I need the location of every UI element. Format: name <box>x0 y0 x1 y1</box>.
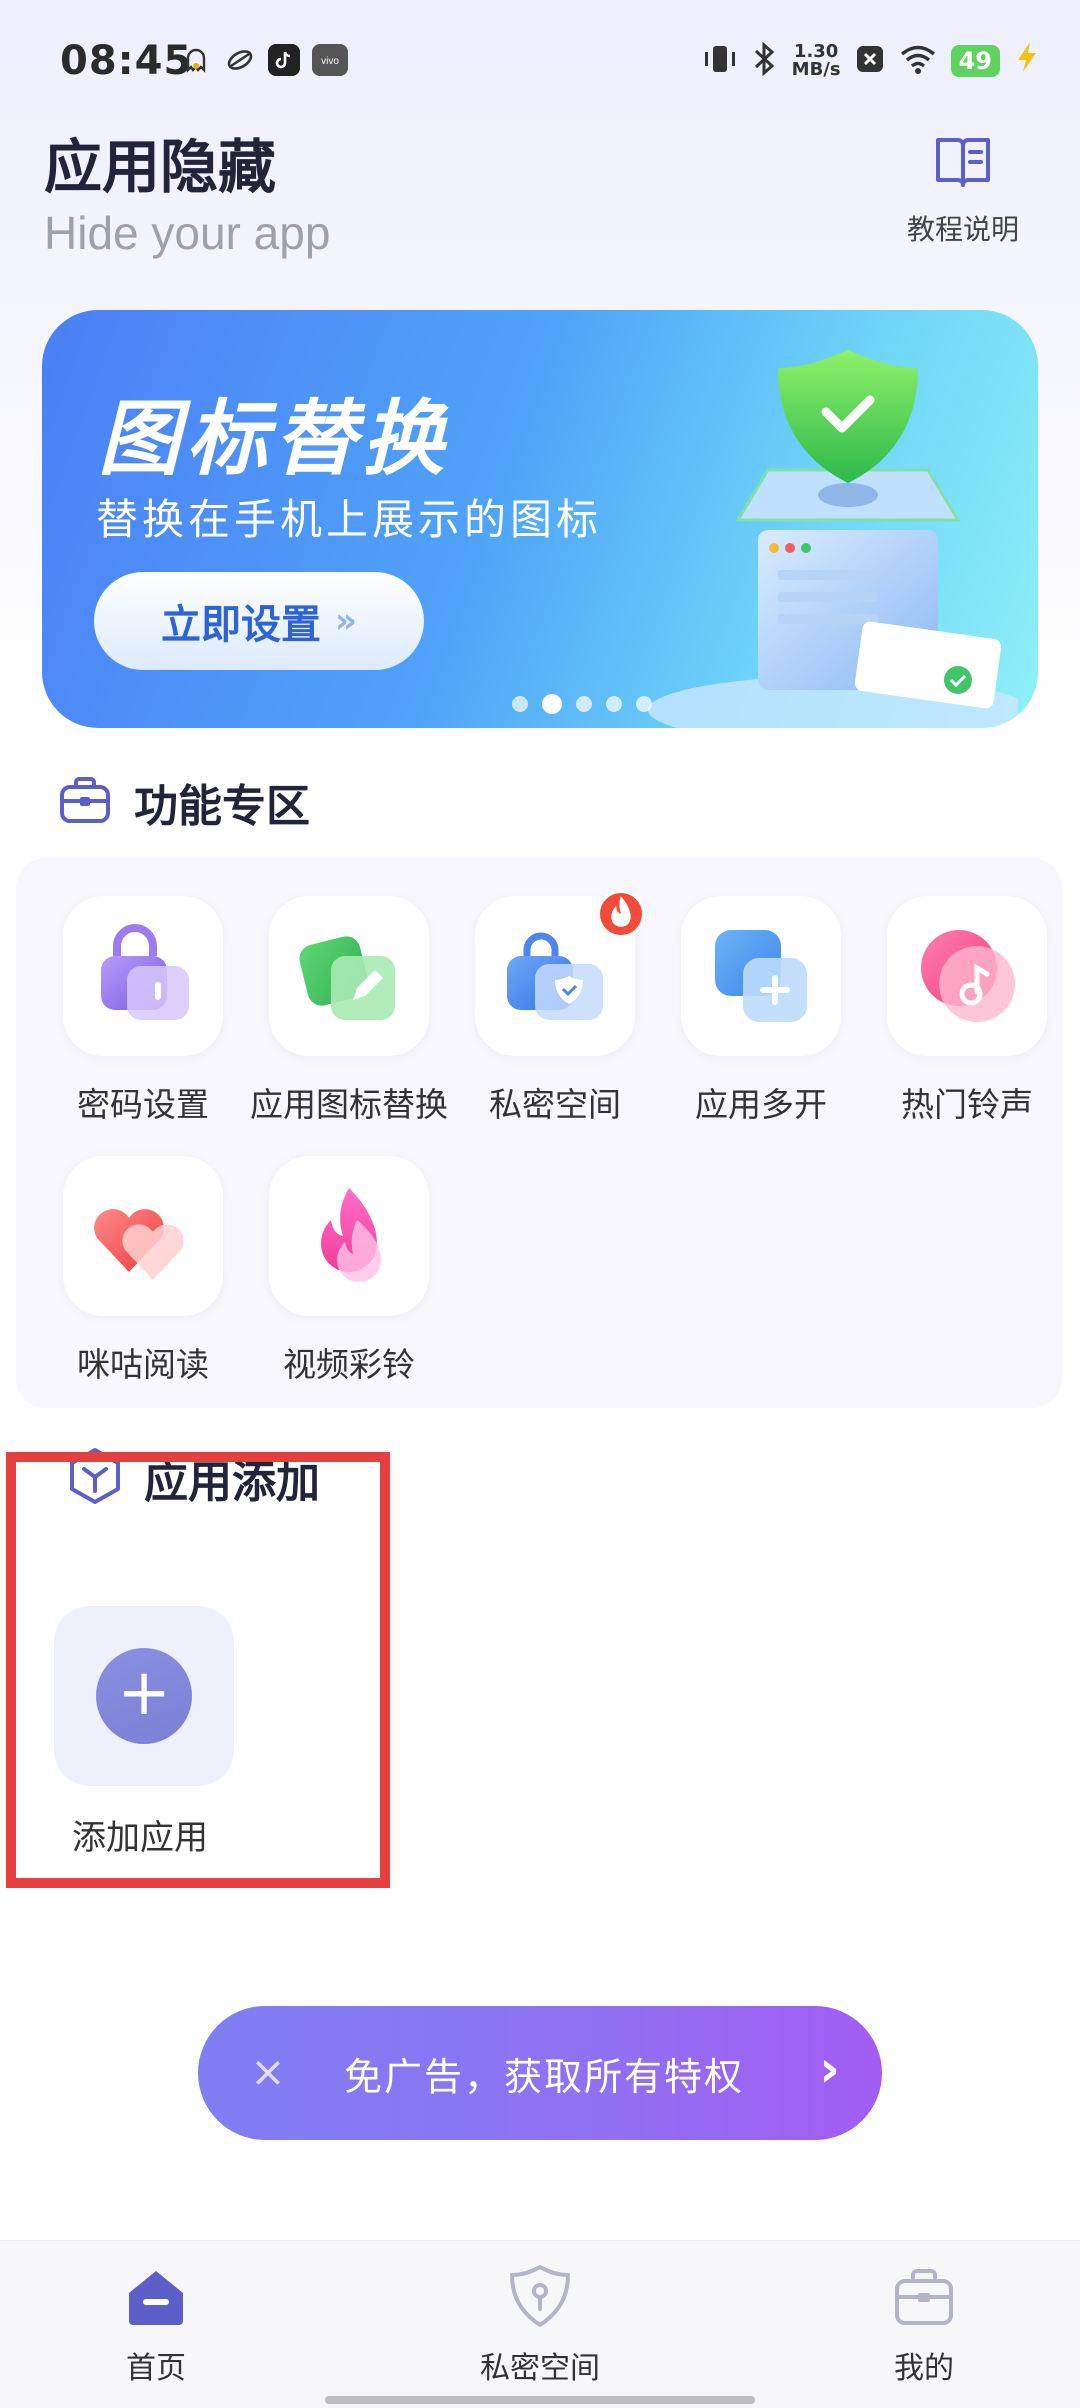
page-title: 应用隐藏 <box>44 133 277 201</box>
speed-unit: MB/s <box>791 59 841 80</box>
feature-app-clone[interactable]: 应用多开 <box>658 896 864 1126</box>
toolbox-icon <box>58 773 112 831</box>
svg-text:vivo: vivo <box>321 56 339 67</box>
status-bar: 08:45 vivo 1.30 MB/s 49 <box>0 0 1080 120</box>
feature-label: 咪咕阅读 <box>77 1345 209 1384</box>
pagination-dot-active <box>542 694 562 714</box>
fire-badge-icon <box>597 890 645 938</box>
notification-icons: vivo <box>180 44 348 76</box>
banner-pagination <box>512 694 652 714</box>
pagination-dot <box>576 696 592 712</box>
feature-label: 视频彩铃 <box>283 1345 415 1384</box>
chevron-right-icon: › <box>819 2040 840 2098</box>
tutorial-label: 教程说明 <box>906 213 1019 246</box>
feature-label: 应用图标替换 <box>250 1085 448 1124</box>
banner-button-label: 立即设置 <box>161 602 322 648</box>
page-subtitle: Hide your app <box>44 207 331 259</box>
profile-bag-icon <box>889 2269 959 2335</box>
vibrate-icon <box>702 43 738 79</box>
shield-key-icon <box>505 2265 575 2335</box>
music-note-icon <box>887 896 1047 1056</box>
banner-description: 替换在手机上展示的图标 <box>96 495 603 544</box>
network-speed: 1.30 MB/s <box>792 43 841 79</box>
charging-icon <box>1014 40 1040 82</box>
edit-icon <box>269 896 429 1056</box>
feature-hot-ringtones[interactable]: 热门铃声 <box>864 896 1070 1126</box>
highlight-box <box>6 1452 390 1888</box>
book-icon <box>930 138 996 200</box>
banner-heading: 图标替换 <box>98 392 450 487</box>
pagination-dot <box>512 696 528 712</box>
nav-label: 我的 <box>894 2351 954 2386</box>
close-icon[interactable]: × <box>240 2044 296 2100</box>
ad-free-promo[interactable]: × 免广告，获取所有特权 › <box>198 2006 882 2140</box>
nav-home[interactable]: 首页 <box>56 2261 256 2387</box>
tutorial-button[interactable]: 教程说明 <box>898 130 1028 248</box>
pagination-dot <box>606 696 622 712</box>
shield-server-illustration <box>648 350 1018 728</box>
nav-profile[interactable]: 我的 <box>824 2261 1024 2387</box>
promo-text: 免广告，获取所有特权 <box>344 2055 745 2099</box>
battery-indicator: 49 <box>950 45 1000 77</box>
double-chevron-icon: » <box>335 601 357 641</box>
feature-label: 私密空间 <box>489 1085 621 1124</box>
bottom-navigation: 首页 私密空间 我的 <box>0 2240 1080 2408</box>
nav-label: 首页 <box>126 2351 186 2386</box>
app-screen: 08:45 vivo 1.30 MB/s 49 应用隐藏 Hide your a… <box>0 0 1080 2408</box>
wifi-icon <box>899 43 937 79</box>
status-right: 1.30 MB/s 49 <box>702 40 1040 82</box>
features-section-title: 功能专区 <box>134 781 310 832</box>
feature-label: 密码设置 <box>77 1085 209 1124</box>
close-box-icon <box>855 44 885 78</box>
bluetooth-icon <box>752 41 778 80</box>
banner-setup-button[interactable]: 立即设置 » <box>94 572 424 670</box>
feature-migu-reading[interactable]: 咪咕阅读 <box>40 1156 246 1386</box>
promo-banner[interactable]: 图标替换 替换在手机上展示的图标 立即设置 » <box>42 310 1038 728</box>
lock-icon <box>63 896 223 1056</box>
multi-app-icon <box>681 896 841 1056</box>
feature-label: 应用多开 <box>695 1085 827 1124</box>
features-section-header: 功能专区 <box>58 770 310 834</box>
feature-label: 热门铃声 <box>901 1085 1033 1124</box>
flame-icon <box>269 1156 429 1316</box>
heart-icon <box>63 1156 223 1316</box>
nav-label: 私密空间 <box>480 2351 600 2386</box>
home-icon <box>121 2271 191 2335</box>
vivo-icon: vivo <box>312 44 348 76</box>
feature-app-icon-replace[interactable]: 应用图标替换 <box>246 896 452 1126</box>
pagination-dot <box>636 696 652 712</box>
tiktok-icon <box>268 44 300 76</box>
home-indicator[interactable] <box>325 2396 755 2404</box>
leaf-icon <box>224 44 256 76</box>
features-panel: 密码设置 应用图标替换 私密空间 应用多开 热门铃声 咪咕阅读 视频彩铃 <box>16 858 1062 1408</box>
feature-private-space[interactable]: 私密空间 <box>452 890 658 1126</box>
feature-password-settings[interactable]: 密码设置 <box>40 896 246 1126</box>
ghost-icon <box>180 44 212 76</box>
status-time: 08:45 <box>60 38 193 84</box>
feature-video-ringtone[interactable]: 视频彩铃 <box>246 1156 452 1386</box>
nav-private-space[interactable]: 私密空间 <box>440 2261 640 2387</box>
shield-bag-icon <box>475 890 645 1056</box>
